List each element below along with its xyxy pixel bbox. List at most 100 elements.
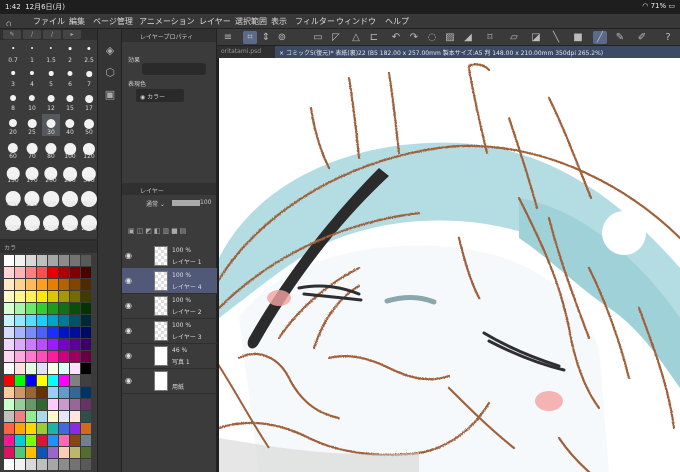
brush-size-6[interactable]: 6: [61, 66, 79, 88]
color-swatch[interactable]: [37, 315, 47, 326]
brush-size-17[interactable]: 17: [80, 90, 98, 112]
color-swatch[interactable]: [59, 267, 69, 278]
color-swatch[interactable]: [26, 375, 36, 386]
color-swatch[interactable]: [26, 387, 36, 398]
brush-size-1000[interactable]: 1000: [4, 210, 22, 232]
brush-size-500[interactable]: 500: [23, 186, 41, 208]
color-swatch[interactable]: [37, 363, 47, 374]
color-swatch[interactable]: [37, 447, 47, 458]
layer-row[interactable]: ◉ 46 % 写真 1: [122, 343, 217, 369]
brush-size-20[interactable]: 20: [4, 114, 22, 136]
menu-item-7[interactable]: フィルター: [295, 16, 335, 27]
visibility-eye-icon[interactable]: ◉: [125, 276, 132, 285]
color-swatch[interactable]: [81, 435, 91, 446]
color-swatch[interactable]: [48, 459, 58, 470]
color-swatch[interactable]: [37, 279, 47, 290]
color-swatch[interactable]: [48, 435, 58, 446]
color-swatch[interactable]: [48, 279, 58, 290]
color-swatch[interactable]: [81, 279, 91, 290]
brush-size-120[interactable]: 120: [80, 138, 98, 160]
color-swatch[interactable]: [15, 387, 25, 398]
opacity-slider[interactable]: [172, 200, 200, 206]
color-swatch[interactable]: [26, 459, 36, 470]
brush-size-400[interactable]: 400: [4, 186, 22, 208]
color-swatch[interactable]: [59, 315, 69, 326]
snap-icon[interactable]: ⊏: [367, 31, 381, 44]
color-swatch[interactable]: [59, 459, 69, 470]
doc-tab-comic[interactable]: × コミック5(復元)* 表紙(裏)22 (B5 182.00 x 257.00…: [275, 46, 680, 58]
color-swatch[interactable]: [4, 435, 14, 446]
color-swatch[interactable]: [26, 303, 36, 314]
color-swatch[interactable]: [4, 327, 14, 338]
pencil-tool-icon[interactable]: ✎: [613, 31, 627, 44]
color-swatch[interactable]: [26, 423, 36, 434]
color-swatch[interactable]: [48, 255, 58, 266]
color-swatch[interactable]: [48, 351, 58, 362]
brush-size-7[interactable]: 7: [80, 66, 98, 88]
color-swatch[interactable]: [70, 351, 80, 362]
color-swatch[interactable]: [26, 255, 36, 266]
doc-tab-oritatami[interactable]: oritatami.psd: [221, 48, 261, 55]
color-swatch[interactable]: [37, 291, 47, 302]
color-swatch[interactable]: [15, 303, 25, 314]
fill-icon[interactable]: ◢: [461, 31, 475, 44]
color-swatch[interactable]: [37, 327, 47, 338]
color-swatch[interactable]: [70, 435, 80, 446]
color-swatch[interactable]: [70, 267, 80, 278]
color-swatch[interactable]: [4, 399, 14, 410]
color-swatch[interactable]: [15, 291, 25, 302]
brush-size-800[interactable]: 800: [80, 186, 98, 208]
color-swatch[interactable]: [59, 339, 69, 350]
color-swatch[interactable]: [15, 447, 25, 458]
ruler-icon[interactable]: △: [349, 31, 363, 44]
menu-item-8[interactable]: ウィンドウ: [336, 16, 376, 27]
opacity-value[interactable]: 100: [200, 199, 211, 206]
menu-item-1[interactable]: 編集: [69, 16, 85, 27]
menu-item-2[interactable]: ページ管理: [93, 16, 133, 27]
color-swatch[interactable]: [15, 375, 25, 386]
color-swatch[interactable]: [15, 423, 25, 434]
color-swatch[interactable]: [37, 387, 47, 398]
color-swatch[interactable]: [26, 327, 36, 338]
color-swatch[interactable]: [59, 399, 69, 410]
color-swatch[interactable]: [37, 267, 47, 278]
brush-size-25[interactable]: 25: [23, 114, 41, 136]
color-swatch[interactable]: [4, 339, 14, 350]
select-tool-icon[interactable]: ⌗: [243, 31, 257, 44]
color-swatch[interactable]: [81, 399, 91, 410]
brush-tab-pencil[interactable]: /: [23, 30, 41, 39]
help-icon[interactable]: ?: [661, 31, 675, 44]
color-swatch[interactable]: [70, 339, 80, 350]
color-swatch[interactable]: [81, 255, 91, 266]
color-swatch[interactable]: [70, 459, 80, 470]
color-swatch[interactable]: [4, 459, 14, 470]
color-swatch[interactable]: [4, 423, 14, 434]
color-swatch[interactable]: [26, 363, 36, 374]
color-swatch[interactable]: [81, 459, 91, 470]
layer-stack-icon[interactable]: ◈: [101, 43, 119, 59]
menu-item-0[interactable]: ファイル: [33, 16, 65, 27]
color-swatch[interactable]: [26, 339, 36, 350]
brush-size-8[interactable]: 8: [4, 90, 22, 112]
color-swatch[interactable]: [48, 291, 58, 302]
visibility-eye-icon[interactable]: ◉: [125, 326, 132, 335]
brush-size-4[interactable]: 4: [23, 66, 41, 88]
color-swatch[interactable]: [4, 255, 14, 266]
color-swatch[interactable]: [15, 459, 25, 470]
color-swatch[interactable]: [81, 375, 91, 386]
color-swatch[interactable]: [15, 363, 25, 374]
brush-size-100[interactable]: 100: [61, 138, 79, 160]
layer-tool-buttons[interactable]: ▣◫◩◧▥■▤: [128, 227, 214, 237]
color-swatch[interactable]: [15, 339, 25, 350]
menu-icon[interactable]: ≡: [221, 31, 235, 44]
layer-row[interactable]: ◉ 100 % レイヤー 4: [122, 268, 217, 294]
eraser-icon[interactable]: ▱: [507, 31, 521, 44]
color-swatch[interactable]: [15, 399, 25, 410]
layer-row[interactable]: ◉ 用紙: [122, 368, 217, 394]
color-swatch[interactable]: [70, 255, 80, 266]
color-swatch[interactable]: [59, 375, 69, 386]
color-swatch[interactable]: [4, 267, 14, 278]
color-swatch[interactable]: [59, 279, 69, 290]
redo-icon[interactable]: ↷: [407, 31, 421, 44]
color-swatch[interactable]: [48, 339, 58, 350]
